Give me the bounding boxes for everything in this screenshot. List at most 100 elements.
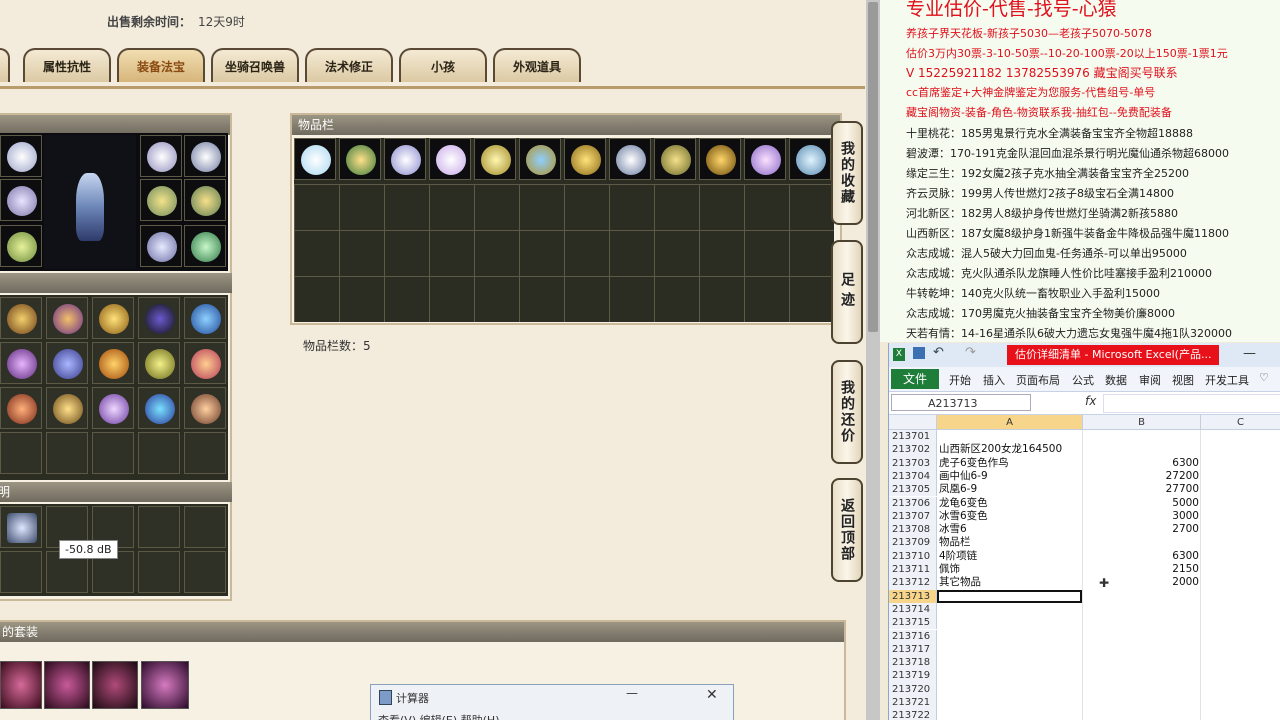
treasure-slot[interactable] [0,342,42,384]
calculator-menu[interactable]: 查看(V) 编辑(E) 帮助(H) [378,712,500,720]
ribbon-tab-review[interactable]: 审阅 [1139,372,1161,388]
row-number[interactable]: 213721 [889,696,937,710]
grid-slot[interactable] [0,506,42,548]
undo-icon[interactable]: ↶ [933,345,944,360]
spreadsheet-row[interactable]: 213711 佩饰 2150 [889,563,1280,577]
inventory-slot[interactable] [384,138,426,180]
ribbon-collapse-icon[interactable]: ♡ [1259,371,1269,384]
treasure-slot[interactable] [46,387,88,429]
row-number[interactable]: 213714 [889,602,937,617]
spreadsheet-row[interactable]: 213713 [889,589,1280,603]
fx-icon[interactable]: fx [1085,394,1096,408]
treasure-slot[interactable] [46,432,88,474]
ribbon-tab-data[interactable]: 数据 [1105,372,1127,388]
equip-slot[interactable] [184,135,226,177]
spreadsheet-row[interactable]: 213710 4阶项链 6300 [889,549,1280,563]
treasure-slot[interactable] [92,432,134,474]
cell-b[interactable]: 5000 [1083,497,1199,510]
spreadsheet-row[interactable]: 213701 [889,430,1280,444]
cell-b[interactable]: 2700 [1083,523,1199,536]
cell-b[interactable]: 6300 [1083,550,1199,563]
treasure-slot[interactable] [184,432,226,474]
treasure-slot[interactable] [184,342,226,384]
page-scrollbar[interactable] [866,0,880,720]
close-icon[interactable]: ✕ [706,687,718,703]
save-icon[interactable] [913,347,925,359]
inventory-slot[interactable] [654,138,696,180]
equip-slot[interactable] [0,135,42,177]
row-number[interactable]: 213715 [889,616,937,630]
suit-item[interactable] [44,661,90,709]
ribbon-tab-view[interactable]: 视图 [1172,372,1194,388]
cell-b[interactable]: 6300 [1083,457,1199,470]
tab-attributes[interactable]: 属性抗性 [23,48,111,82]
row-number[interactable]: 213704 [889,469,937,484]
equip-slot[interactable] [140,135,182,177]
row-number[interactable]: 213712 [889,576,937,590]
grid-slot[interactable] [184,506,226,548]
treasure-slot[interactable] [92,342,134,384]
suit-item[interactable] [0,661,42,709]
cell-a[interactable]: 冰雪6 [939,523,967,536]
tab-equipment[interactable]: 装备法宝 [117,48,205,82]
treasure-slot[interactable] [184,297,226,339]
tab-appearance[interactable]: 外观道具 [493,48,581,82]
treasure-slot[interactable] [138,432,180,474]
treasure-slot[interactable] [138,387,180,429]
row-number[interactable]: 213703 [889,456,937,470]
cell-a[interactable]: 虎子6变色作鸟 [939,457,1009,470]
spreadsheet-row[interactable]: 213720 [889,682,1280,696]
equip-slot[interactable] [184,179,226,221]
inventory-slot[interactable] [294,138,336,180]
grid-slot[interactable] [138,551,180,593]
spreadsheet-row[interactable]: 213721 [889,696,1280,710]
row-number[interactable]: 213716 [889,629,937,643]
equip-slot[interactable] [0,225,42,267]
cell-a[interactable]: 其它物品 [939,576,981,589]
spreadsheet-row[interactable]: 213705 凤凰6-9 27700 [889,483,1280,497]
spreadsheet-row[interactable]: 213718 [889,656,1280,670]
tab-spell-mods[interactable]: 法术修正 [305,48,393,82]
treasure-slot[interactable] [92,297,134,339]
inventory-slot[interactable] [789,138,831,180]
minimize-icon[interactable]: — [1243,346,1256,361]
back-to-top-button[interactable]: 返回顶部 [831,478,863,582]
footprint-button[interactable]: 足迹 [831,240,863,344]
treasure-slot[interactable] [46,297,88,339]
cell-b[interactable]: 27200 [1083,470,1199,483]
row-number[interactable]: 213711 [889,563,937,577]
equip-slot[interactable] [184,225,226,267]
ribbon-tab-page-layout[interactable]: 页面布局 [1016,372,1060,388]
cell-a[interactable]: 4阶项链 [939,550,977,563]
treasure-slot[interactable] [92,387,134,429]
inventory-slot[interactable] [339,138,381,180]
redo-icon[interactable]: ↷ [965,345,976,360]
row-number[interactable]: 213702 [889,443,937,457]
cell-a[interactable]: 物品栏 [939,536,971,549]
minimize-icon[interactable]: — [626,686,638,700]
suit-item[interactable] [141,661,189,709]
spreadsheet-row[interactable]: 213716 [889,629,1280,643]
cell-a[interactable]: 佩饰 [939,563,960,576]
inventory-slot[interactable] [474,138,516,180]
row-number[interactable]: 213720 [889,682,937,696]
suit-item[interactable] [92,661,138,709]
cell-a[interactable]: 山西新区200女龙164500 [939,443,1062,456]
ribbon-tab-insert[interactable]: 插入 [983,372,1005,388]
equip-slot[interactable] [0,179,42,221]
treasure-slot[interactable] [46,342,88,384]
column-header-a[interactable]: A [937,415,1083,430]
row-number[interactable]: 213713 [889,589,937,603]
inventory-slot[interactable] [609,138,651,180]
treasure-slot[interactable] [0,432,42,474]
spreadsheet-row[interactable]: 213704 画中仙6-9 27200 [889,469,1280,484]
tab-mounts-pets[interactable]: 坐骑召唤兽 [211,48,299,82]
spreadsheet-row[interactable]: 213715 [889,616,1280,630]
cell-b[interactable]: 3000 [1083,510,1199,523]
inventory-slot[interactable] [699,138,741,180]
row-number[interactable]: 213722 [889,709,937,720]
row-number[interactable]: 213706 [889,496,937,510]
row-number[interactable]: 213719 [889,669,937,683]
inventory-slot[interactable] [564,138,606,180]
my-favorites-button[interactable]: 我的收藏 [831,121,863,225]
